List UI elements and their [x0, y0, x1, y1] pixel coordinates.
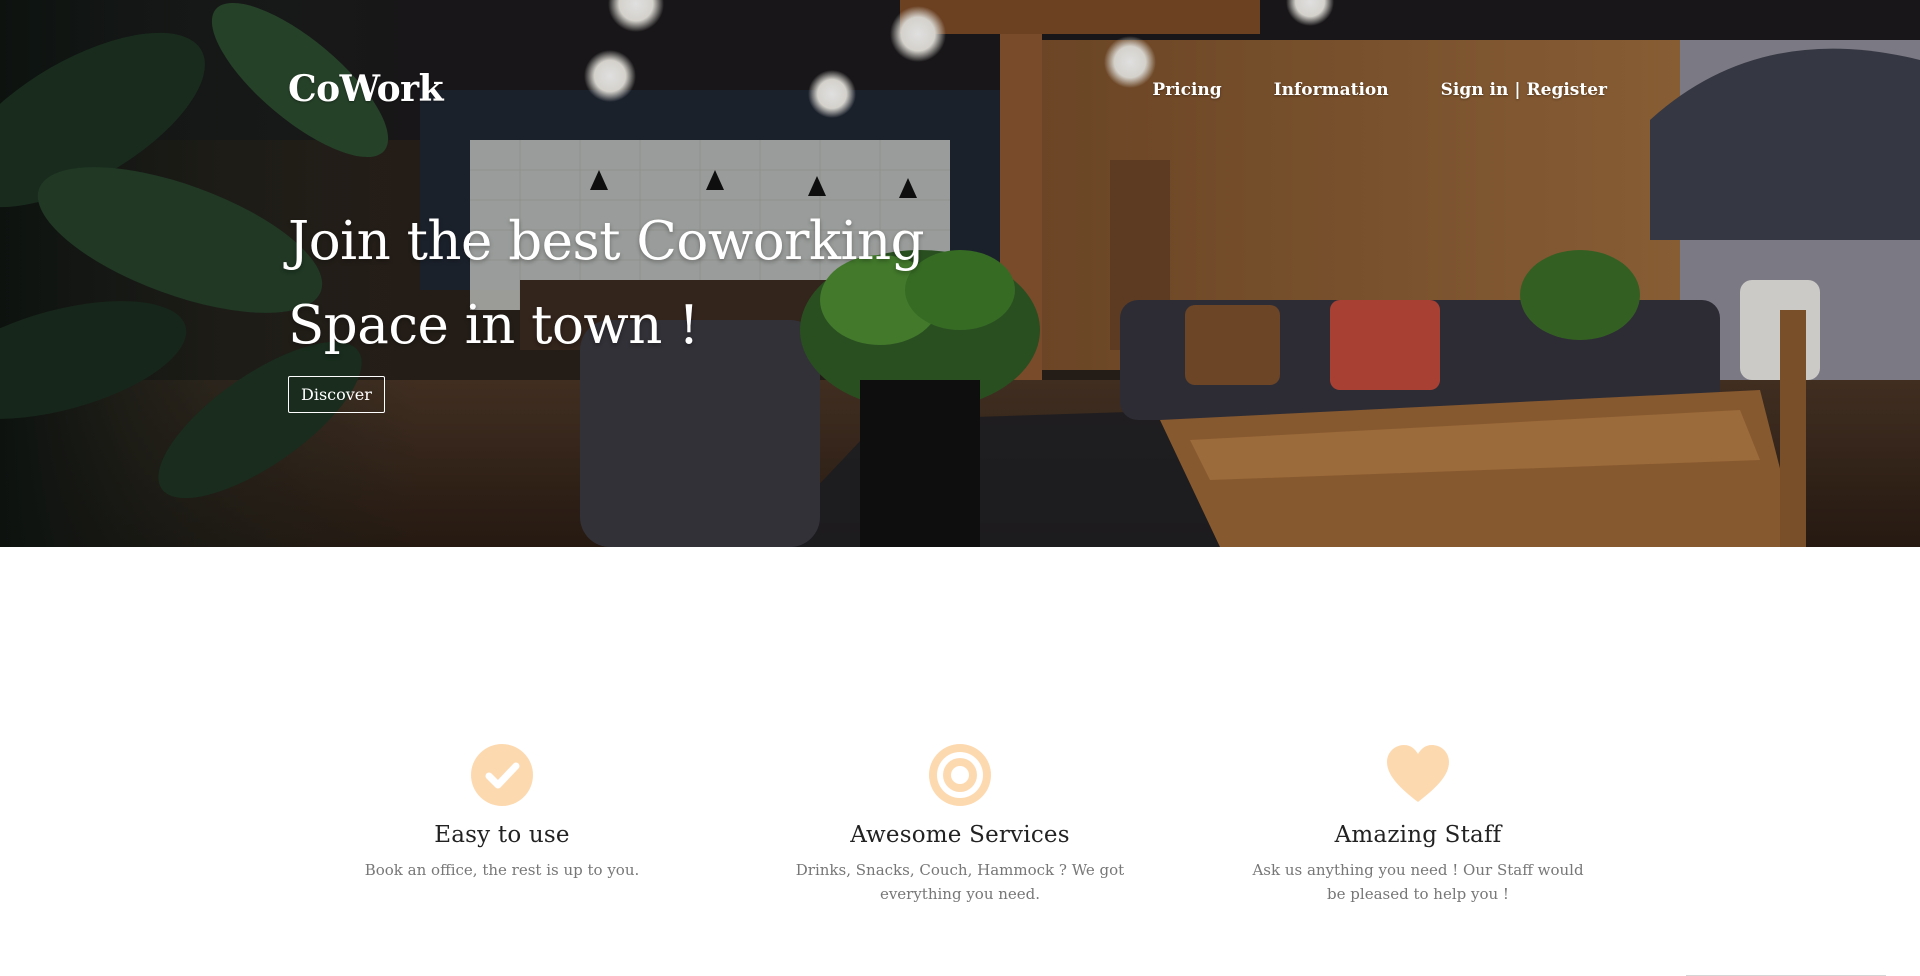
main-nav: Pricing Information Sign in | Register [1152, 80, 1607, 100]
feature-text: Drinks, Snacks, Couch, Hammock ? We got … [795, 861, 1125, 903]
feature-amazing-staff: Amazing Staff Ask us anything you need !… [1238, 742, 1598, 906]
nav-register[interactable]: Register [1527, 80, 1607, 100]
feature-easy-to-use: Easy to use Book an office, the rest is … [322, 742, 682, 882]
nav-information[interactable]: Information [1274, 80, 1389, 100]
hero-headline: Join the best Coworking Space in town ! [288, 211, 925, 356]
brand-logo[interactable]: CoWork [288, 68, 444, 110]
feature-title: Amazing Staff [1334, 822, 1502, 848]
feature-awesome-services: Awesome Services Drinks, Snacks, Couch, … [780, 742, 1140, 906]
check-circle-icon [471, 744, 533, 806]
feature-text: Ask us anything you need ! Our Staff wou… [1252, 861, 1584, 903]
feature-title: Awesome Services [850, 822, 1070, 848]
target-icon [929, 744, 991, 806]
nav-auth: Sign in | Register [1441, 80, 1607, 100]
heart-icon [1387, 745, 1449, 802]
nav-sign-in[interactable]: Sign in [1441, 80, 1509, 100]
nav-pricing[interactable]: Pricing [1152, 80, 1221, 100]
features-section: Easy to use Book an office, the rest is … [0, 547, 1920, 976]
hero-section: CoWork Pricing Information Sign in | Reg… [0, 0, 1920, 547]
discover-button[interactable]: Discover [288, 376, 385, 413]
feature-text: Book an office, the rest is up to you. [364, 861, 640, 879]
feature-title: Easy to use [434, 822, 570, 848]
nav-separator: | [1514, 80, 1521, 100]
